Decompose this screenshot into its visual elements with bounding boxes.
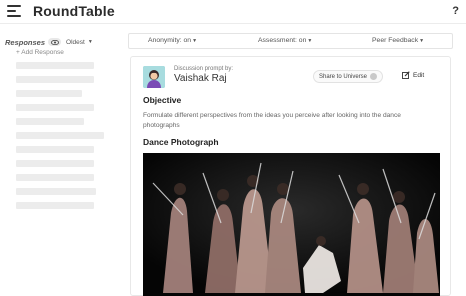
help-button[interactable]: ? [452, 5, 459, 17]
peer-feedback-filter[interactable]: Peer Feedback▼ [372, 37, 424, 44]
responses-header: Responses Oldest ▼ [5, 36, 93, 48]
response-placeholder [16, 188, 96, 195]
response-placeholder [16, 118, 84, 125]
response-placeholder [16, 174, 94, 181]
sort-select[interactable]: Oldest [66, 39, 85, 46]
response-placeholder [16, 202, 94, 209]
top-bar: RoundTable ? [0, 0, 466, 24]
response-placeholder [16, 160, 94, 167]
author-name: Vaishak Raj [174, 73, 227, 84]
avatar [143, 66, 165, 88]
filter-bar: Anonymity: on▼ Assessment: on▼ Peer Feed… [128, 33, 453, 49]
prompt-by-label: Discussion prompt by: [174, 66, 234, 72]
discussion-card: Discussion prompt by: Vaishak Raj Share … [130, 56, 451, 296]
chevron-down-icon: ▼ [307, 38, 313, 44]
response-placeholder [16, 76, 94, 83]
response-placeholder [16, 90, 82, 97]
response-placeholder [16, 104, 94, 111]
eye-icon[interactable] [48, 38, 62, 46]
chevron-down-icon: ▼ [419, 38, 425, 44]
sidebar: Responses Oldest ▼ + Add Response [0, 24, 124, 292]
dance-photograph-heading: Dance Photograph [143, 137, 219, 147]
peer-feedback-filter-label: Peer Feedback [372, 37, 419, 44]
response-placeholder [16, 146, 94, 153]
response-placeholder [16, 132, 104, 139]
share-label: Share to Universe [319, 73, 368, 80]
assessment-filter-label: Assessment: on [258, 37, 307, 44]
share-to-universe-button[interactable]: Share to Universe [313, 70, 384, 83]
app-title: RoundTable [33, 3, 115, 19]
response-placeholder [16, 62, 94, 69]
anonymity-filter[interactable]: Anonymity: on▼ [148, 37, 197, 44]
dance-photograph [143, 153, 440, 296]
chevron-down-icon[interactable]: ▼ [88, 39, 93, 45]
edit-label: Edit [413, 71, 425, 79]
add-response-link[interactable]: + Add Response [16, 49, 64, 56]
objective-heading: Objective [143, 95, 182, 105]
responses-label: Responses [5, 37, 46, 47]
edit-icon [402, 71, 410, 79]
chevron-down-icon: ▼ [192, 38, 198, 44]
edit-button[interactable]: Edit [402, 71, 424, 79]
objective-text: Formulate different perspectives from th… [143, 112, 401, 129]
assessment-filter[interactable]: Assessment: on▼ [258, 37, 312, 44]
hamburger-icon[interactable] [7, 5, 21, 17]
share-icon [370, 73, 378, 80]
anonymity-filter-label: Anonymity: on [148, 37, 192, 44]
